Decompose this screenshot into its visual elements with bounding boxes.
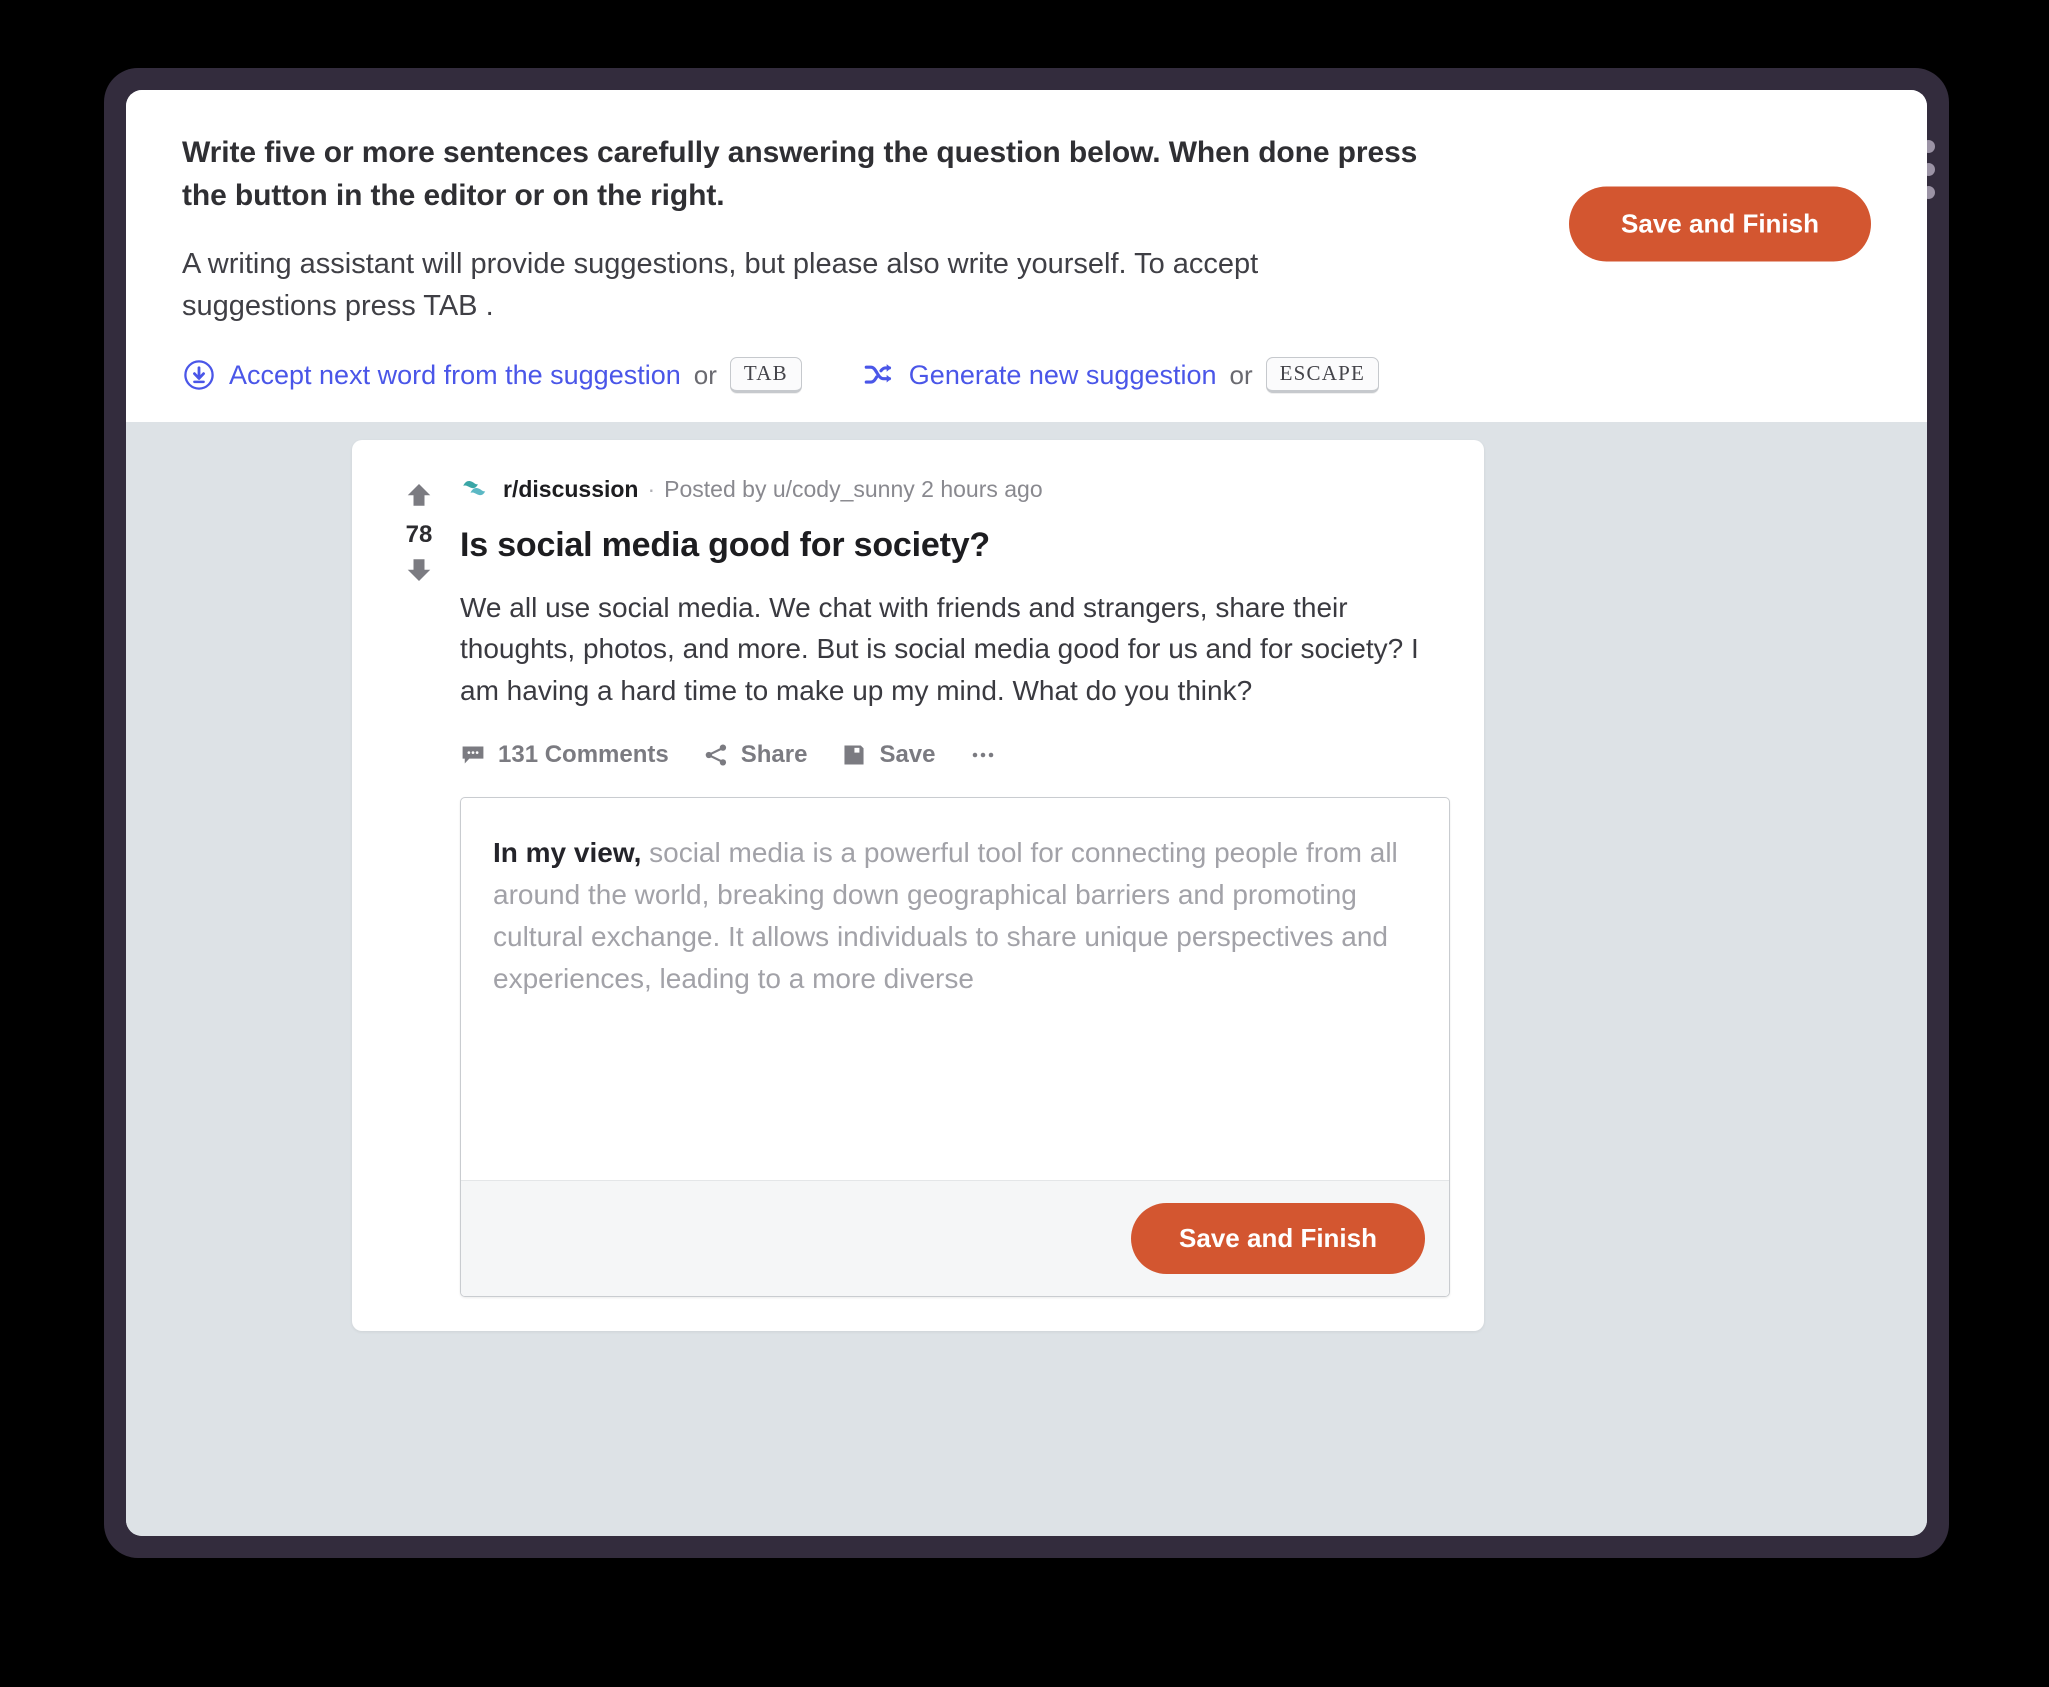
save-post-action[interactable]: Save — [841, 741, 936, 769]
floppy-save-icon — [841, 742, 867, 768]
comments-action[interactable]: 131 Comments — [460, 741, 669, 769]
vote-count: 78 — [405, 521, 433, 548]
share-action[interactable]: Share — [703, 741, 808, 769]
post-card: 78 r/discussion · Posted by u/cody_sunny… — [352, 440, 1484, 1332]
post-author-and-time: Posted by u/cody_sunny 2 hours ago — [664, 475, 1043, 502]
share-label: Share — [740, 741, 808, 769]
post-title: Is social media good for society? — [460, 526, 990, 564]
download-circle-icon — [182, 358, 216, 392]
post-action-bar: 131 Comments Share Save — [460, 741, 1450, 769]
hint-or-text: or — [1229, 359, 1253, 390]
save-post-label: Save — [879, 741, 936, 769]
editor-save-and-finish-button[interactable]: Save and Finish — [1131, 1203, 1425, 1275]
hint-or-text: or — [693, 359, 717, 390]
instruction-heading: Write five or more sentences carefully a… — [182, 136, 1418, 212]
post-main: r/discussion · Posted by u/cody_sunny 2 … — [452, 474, 1450, 1298]
arrow-down-icon[interactable] — [404, 555, 434, 590]
vote-column: 78 — [386, 474, 452, 1297]
accept-next-word-link[interactable]: Accept next word from the suggestion — [229, 360, 681, 391]
meta-separator: · — [647, 475, 656, 502]
comment-icon — [460, 742, 486, 768]
subreddit-name[interactable]: r/discussion — [503, 476, 638, 503]
more-options-icon — [970, 742, 996, 768]
comments-label: 131 Comments — [498, 741, 669, 769]
subreddit-avatar-icon — [460, 474, 490, 504]
hint-row: Accept next word from the suggestion or … — [182, 357, 1871, 394]
answer-editor: In my view, social media is a powerful t… — [460, 797, 1450, 1298]
hint-generate-new-suggestion: Generate new suggestion or ESCAPE — [862, 357, 1380, 394]
header-save-and-finish-button[interactable]: Save and Finish — [1569, 186, 1871, 262]
generate-new-suggestion-link[interactable]: Generate new suggestion — [909, 360, 1217, 391]
browser-window-frame: Write five or more sentences carefully a… — [104, 68, 1949, 1558]
editor-footer: Save and Finish — [461, 1180, 1449, 1297]
post-meta: r/discussion · Posted by u/cody_sunny 2 … — [460, 474, 1450, 504]
answer-editor-textarea[interactable]: In my view, social media is a powerful t… — [461, 798, 1449, 1180]
instruction-subtext: A writing assistant will provide suggest… — [182, 248, 1259, 323]
hint-accept-next-word: Accept next word from the suggestion or … — [182, 357, 802, 394]
tab-keycap: TAB — [729, 357, 802, 394]
content-area: 78 r/discussion · Posted by u/cody_sunny… — [126, 422, 1927, 1536]
share-icon — [703, 742, 729, 768]
editor-typed-text: In my view, — [493, 837, 642, 869]
more-options-action[interactable] — [970, 742, 1008, 768]
arrow-up-icon[interactable] — [404, 480, 434, 515]
escape-keycap: ESCAPE — [1265, 357, 1380, 394]
post-body: We all use social media. We chat with fr… — [460, 592, 1419, 706]
page-viewport: Write five or more sentences carefully a… — [126, 90, 1927, 1536]
shuffle-icon — [862, 358, 896, 392]
instruction-bar: Write five or more sentences carefully a… — [126, 90, 1927, 422]
